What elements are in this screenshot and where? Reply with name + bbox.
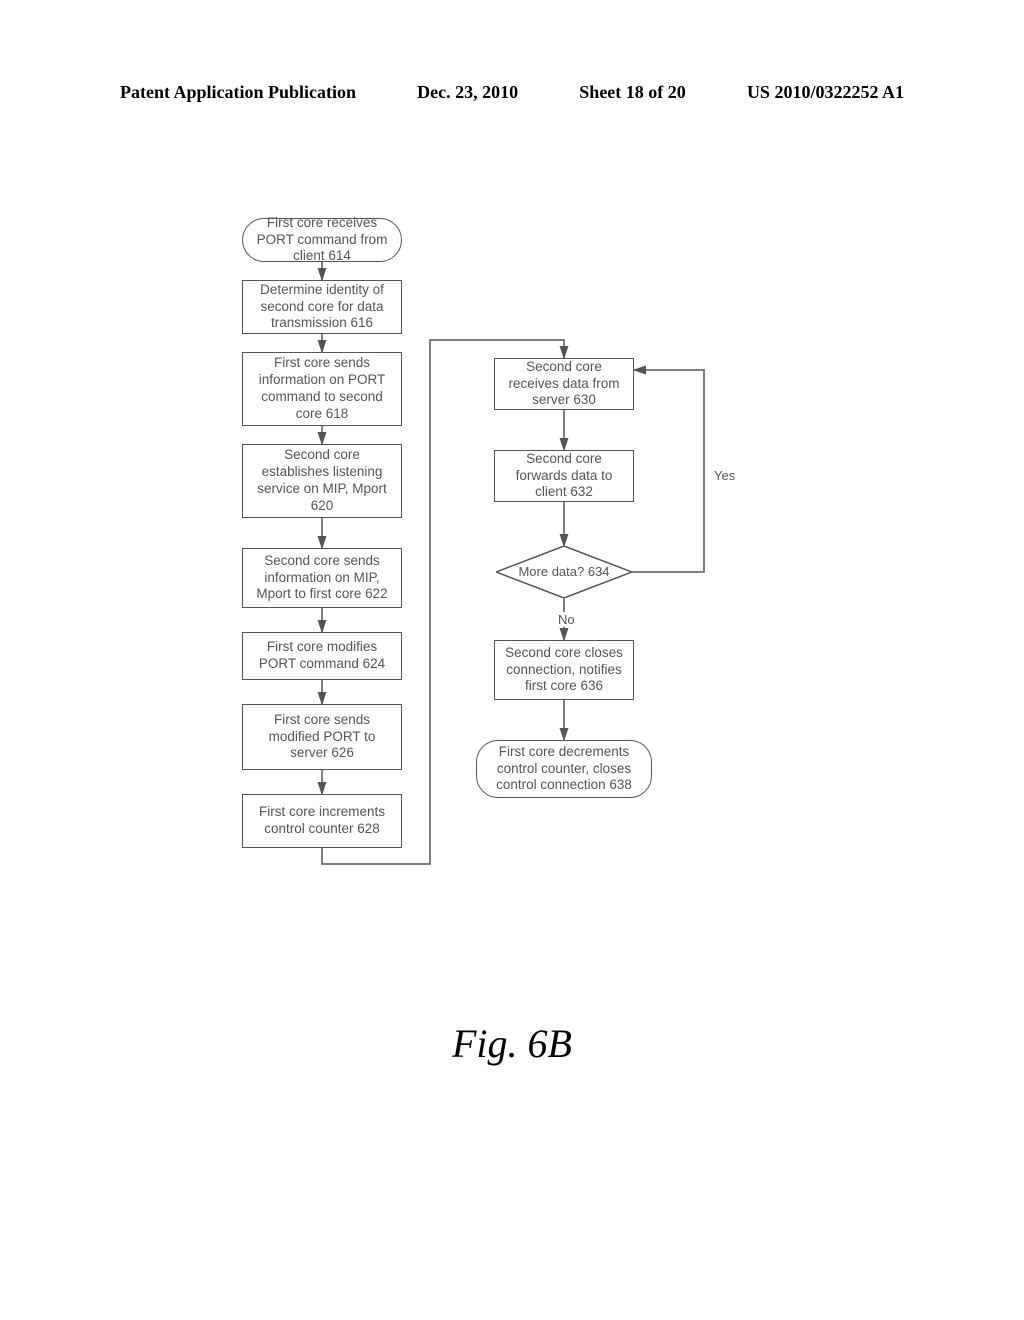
node-626: First core sends modified PORT to server… (242, 704, 402, 770)
node-622: Second core sends information on MIP, Mp… (242, 548, 402, 608)
page-header: Patent Application Publication Dec. 23, … (120, 82, 904, 103)
header-date: Dec. 23, 2010 (417, 82, 518, 103)
node-620: Second core establishes listening servic… (242, 444, 402, 518)
label-no: No (556, 612, 577, 627)
node-614-start: First core receives PORT command from cl… (242, 218, 402, 262)
node-632: Second core forwards data to client 632 (494, 450, 634, 502)
node-630: Second core receives data from server 63… (494, 358, 634, 410)
flowchart: First core receives PORT command from cl… (0, 200, 1024, 1100)
node-618: First core sends information on PORT com… (242, 352, 402, 426)
header-pubno: US 2010/0322252 A1 (747, 82, 904, 103)
node-634-decision: More data? 634 (496, 546, 632, 598)
node-634-text: More data? 634 (503, 565, 625, 579)
figure-caption: Fig. 6B (0, 1020, 1024, 1067)
node-636: Second core closes connection, notifies … (494, 640, 634, 700)
node-616: Determine identity of second core for da… (242, 280, 402, 334)
node-628: First core increments control counter 62… (242, 794, 402, 848)
node-624: First core modifies PORT command 624 (242, 632, 402, 680)
label-yes: Yes (712, 468, 737, 483)
header-sheet: Sheet 18 of 20 (579, 82, 686, 103)
node-638-end: First core decrements control counter, c… (476, 740, 652, 798)
header-left: Patent Application Publication (120, 82, 356, 103)
